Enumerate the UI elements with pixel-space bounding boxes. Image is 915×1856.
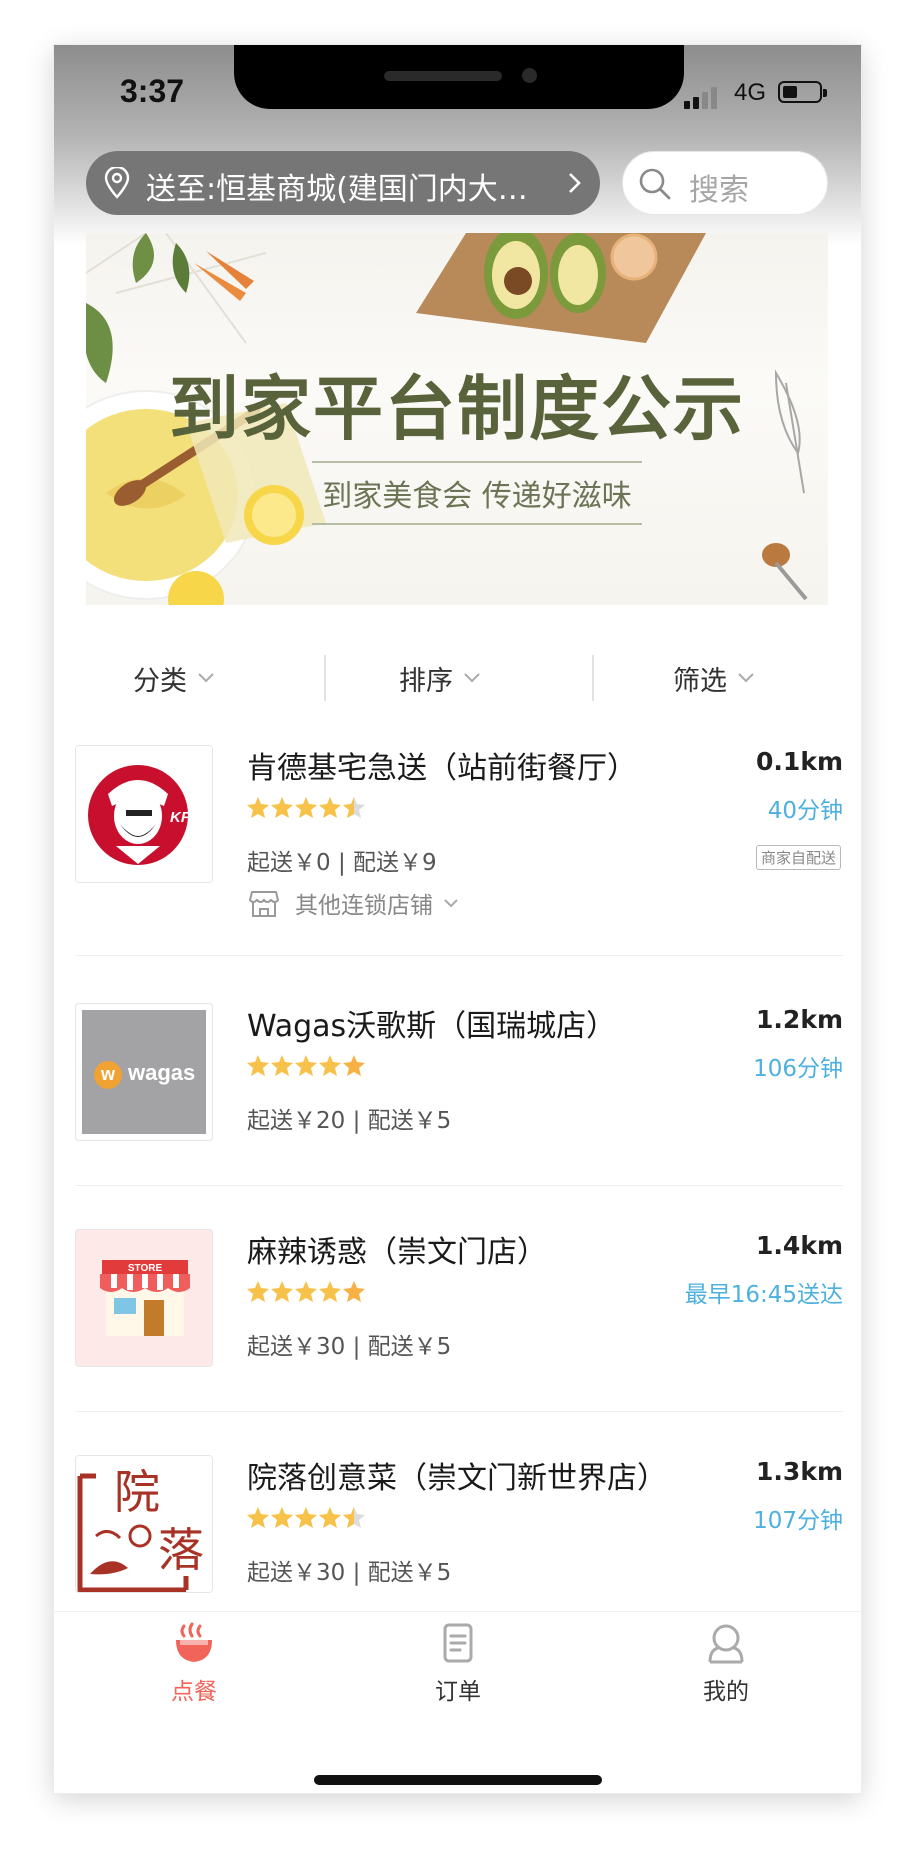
delivery-address-text: 送至:恒基商城(建国门内大… [146,172,528,207]
search-box[interactable]: 搜索 [622,151,828,215]
yuanluo-logo-icon: 院 落 [76,1456,212,1592]
yuanluo-logo-char-1: 院 [114,1465,160,1519]
filter-bar: 分类 排序 筛选 [54,645,861,711]
promo-banner[interactable]: 到家平台制度公示 到家美食会 传递好滋味 [86,233,828,605]
notch-camera [522,68,537,83]
store-card-wagas[interactable]: w wagas Wagas沃歌斯（国瑞城店） 1.2km 106分钟 起送￥20… [54,1003,861,1229]
banner-title: 到家平台制度公示 [169,368,745,450]
tab-orders[interactable]: 订单 [398,1622,518,1706]
store-icon [248,891,280,917]
store-rating-stars [247,797,365,818]
other-chain-stores-label: 其他连锁店铺 [295,893,433,919]
store-rating-stars [247,1055,365,1076]
self-delivery-badge: 商家自配送 [755,845,841,870]
phone-screen: 3:37 4G 送至:恒基商城(建国门内大… 搜索 到家平台制度公示 到家美食会… [54,45,861,1793]
network-type: 4G [734,79,767,106]
wagas-w-icon: w [94,1061,122,1089]
store-name: 肯德基宅急送（站前街餐厅） [247,751,637,786]
store-eta: 40分钟 [767,798,843,824]
star-icon [295,797,317,818]
delivery-address-button[interactable]: 送至:恒基商城(建国门内大… [86,151,600,215]
store-logo-yuanluo: 院 落 [75,1455,213,1593]
filter-sort[interactable]: 排序 [326,645,554,711]
yuanluo-logo-char-2: 落 [158,1523,204,1577]
store-sign-text: STORE [128,1263,163,1274]
filter-category[interactable]: 分类 [54,645,294,711]
kfc-logo-icon: KFC [76,746,212,882]
store-distance: 1.3km [756,1457,843,1486]
store-logo-wagas: w wagas [75,1003,213,1141]
store-eta: 106分钟 [753,1056,843,1082]
star-icon [247,797,269,818]
store-eta: 最早16:45送达 [684,1282,843,1308]
store-distance: 1.4km [756,1231,843,1260]
battery-icon [778,81,827,103]
store-eta: 107分钟 [753,1508,843,1534]
store-fees: 起送￥30 | 配送￥5 [247,1334,452,1360]
filter-category-label: 分类 [133,665,187,697]
banner-subtitle: 到家美食会 传递好滋味 [312,461,642,525]
chevron-down-icon [444,899,458,908]
status-time: 3:37 [120,73,185,109]
store-card-kfc[interactable]: KFC 肯德基宅急送（站前街餐厅） 0.1km 40分钟 起送￥0 | 配送￥9… [54,745,861,1005]
svg-text:KFC: KFC [170,809,202,826]
store-name: Wagas沃歌斯（国瑞城店） [247,1009,617,1044]
filter-screen[interactable]: 筛选 [594,645,834,711]
other-chain-stores-link[interactable]: 其他连锁店铺 [247,881,459,925]
star-icon [319,797,341,818]
half-star-icon [343,797,365,818]
profile-icon [708,1624,744,1664]
store-divider [75,1411,843,1412]
chevron-down-icon [198,673,214,683]
search-placeholder: 搜索 [689,173,749,208]
chevron-down-icon [464,673,480,683]
star-icon [271,797,293,818]
chevron-right-icon [569,173,581,193]
store-logo-placeholder: STORE [75,1229,213,1367]
store-card-yuanluo[interactable]: 院 落 院落创意菜（崇文门新世界店） 1.3km 107分钟 起送￥30 | 配… [54,1455,861,1611]
store-rating-stars [247,1507,365,1528]
bottom-tab-bar: 点餐 订单 我的 [54,1611,861,1722]
notch-speaker [384,71,502,81]
signal-icon [684,85,724,109]
tab-order-food[interactable]: 点餐 [134,1622,254,1706]
chevron-down-icon [738,673,754,683]
store-distance: 0.1km [756,747,843,776]
store-rating-stars [247,1281,365,1302]
store-logo-kfc: KFC [75,745,213,883]
location-pin-icon [104,167,130,199]
tab-order-food-label: 点餐 [171,1679,217,1705]
device-notch [234,45,684,109]
tab-profile-label: 我的 [703,1679,749,1705]
store-name: 院落创意菜（崇文门新世界店） [247,1461,667,1496]
filter-sort-label: 排序 [399,665,453,697]
store-name: 麻辣诱惑（崇文门店） [247,1235,547,1270]
tab-profile[interactable]: 我的 [666,1622,786,1706]
store-divider [75,1185,843,1186]
store-fees: 起送￥0 | 配送￥9 [247,850,437,876]
store-fees: 起送￥20 | 配送￥5 [247,1108,452,1134]
order-list-icon [443,1623,473,1663]
wagas-logo-text: wagas [128,1060,196,1085]
store-distance: 1.2km [756,1005,843,1034]
store-divider [75,955,843,956]
bowl-icon [176,1622,212,1662]
home-indicator[interactable] [314,1775,602,1785]
filter-screen-label: 筛选 [673,665,727,697]
store-fees: 起送￥30 | 配送￥5 [247,1560,452,1586]
store-card-malayouhuo[interactable]: STORE 麻辣诱惑（崇文门店） 1.4km 最早16:45送达 起送￥30 |… [54,1229,861,1455]
search-icon [639,168,671,200]
tab-orders-label: 订单 [435,1679,481,1705]
storefront-icon: STORE [100,1260,190,1336]
